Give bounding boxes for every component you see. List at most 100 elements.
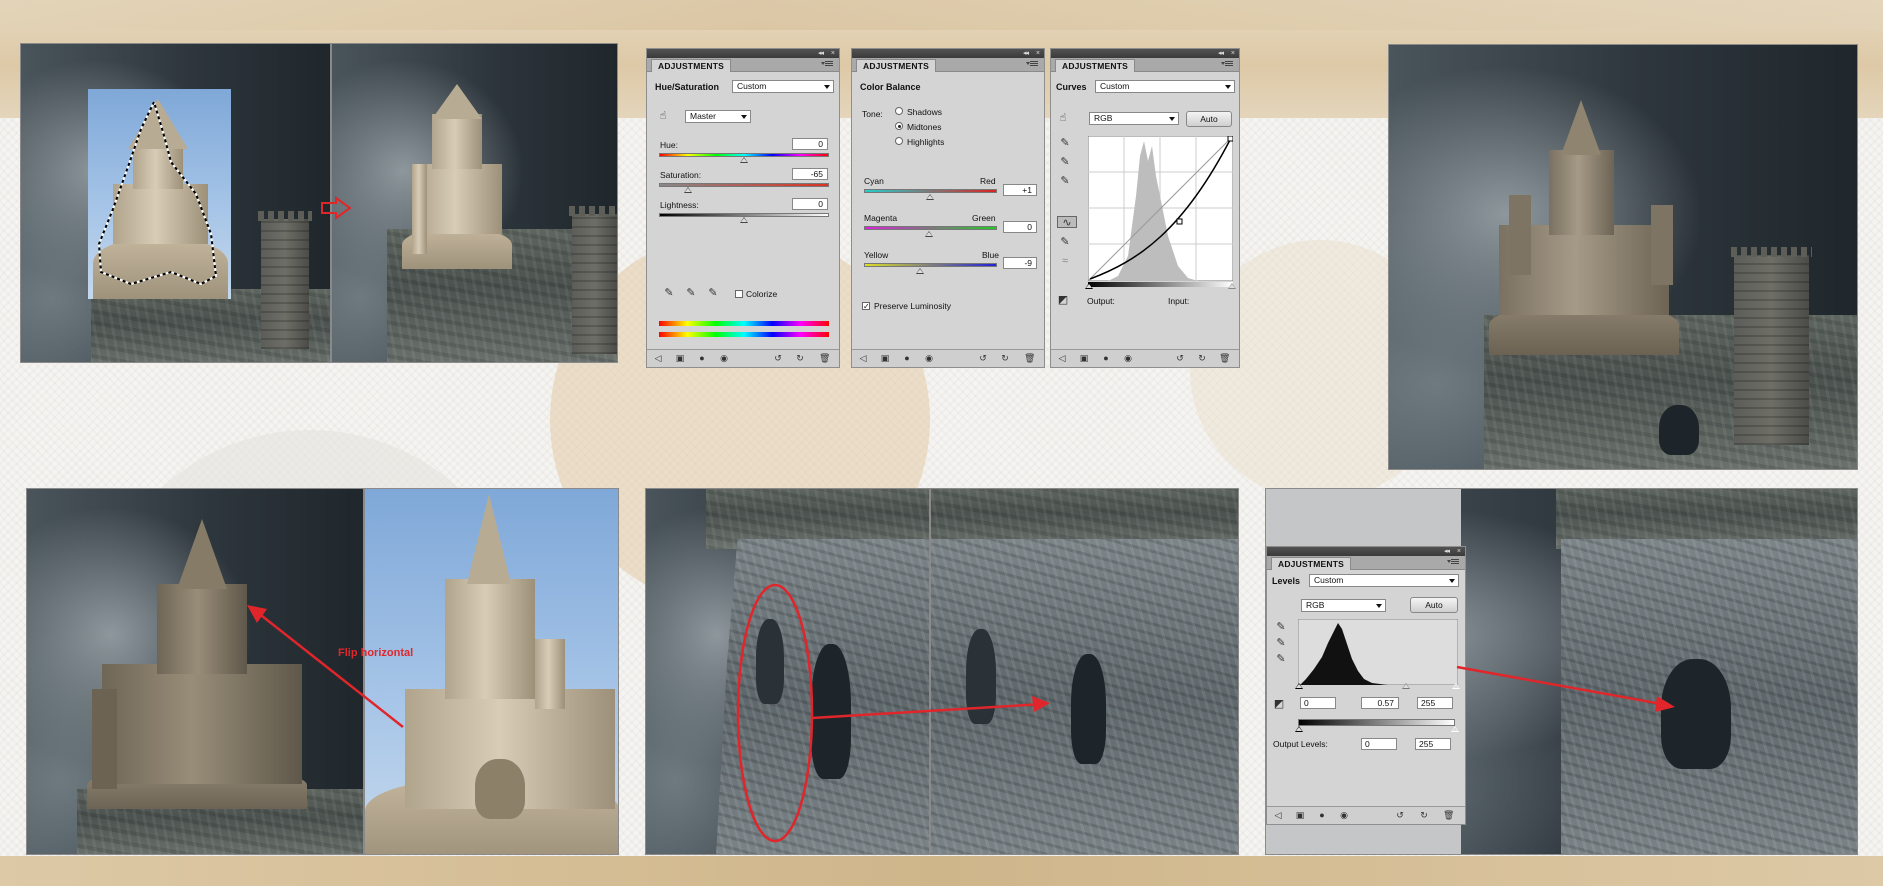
eyedropper-icon[interactable]: ✎ — [663, 287, 675, 299]
curves-black-point-thumb[interactable] — [1085, 283, 1093, 289]
colorize-checkbox[interactable] — [735, 290, 743, 298]
tone-radio-highlights[interactable] — [895, 137, 903, 145]
cyan-red-slider-thumb[interactable] — [926, 194, 934, 200]
eyedropper-gray-icon[interactable]: ✎ — [1275, 637, 1287, 649]
eyedropper-gray-icon[interactable]: ✎ — [1059, 156, 1071, 168]
reset-icon[interactable]: ↻ — [1197, 354, 1207, 363]
eyedropper-minus-icon[interactable]: ✎ — [707, 287, 719, 299]
smooth-tool-icon[interactable]: ≈ — [1059, 255, 1071, 267]
pencil-tool-icon[interactable]: ✎ — [1059, 236, 1071, 248]
levels-output-white-field[interactable]: 255 — [1415, 738, 1451, 750]
tab-adjustments[interactable]: ADJUSTMENTS — [1271, 557, 1351, 570]
eyedropper-plus-icon[interactable]: ✎ — [685, 287, 697, 299]
levels-black-output-thumb[interactable] — [1295, 726, 1303, 732]
previous-state-icon[interactable]: ↺ — [1395, 811, 1405, 820]
levels-input-gamma-field[interactable]: 0.57 — [1361, 697, 1399, 709]
visibility-eye-icon[interactable]: ◉ — [1339, 811, 1349, 820]
levels-black-input-thumb[interactable] — [1295, 683, 1303, 689]
castle-spire — [177, 519, 227, 589]
curve-point-tool-icon[interactable]: ∿ — [1057, 216, 1077, 229]
channel-dropdown[interactable]: Master — [685, 110, 751, 123]
expand-view-icon[interactable]: ▣ — [675, 354, 685, 363]
tone-radio-midtones[interactable] — [895, 122, 903, 130]
reset-icon[interactable]: ↻ — [795, 354, 805, 363]
reset-icon[interactable]: ↻ — [1000, 354, 1010, 363]
levels-output-black-field[interactable]: 0 — [1361, 738, 1397, 750]
channel-value: RGB — [1094, 113, 1113, 123]
auto-button[interactable]: Auto — [1410, 597, 1458, 613]
panel-menu-icon[interactable] — [1221, 60, 1235, 69]
yellow-blue-slider-thumb[interactable] — [916, 268, 924, 274]
clipping-icon[interactable]: ◩ — [1057, 294, 1069, 306]
clip-layer-icon[interactable]: ● — [1317, 811, 1327, 820]
panel-menu-icon[interactable] — [821, 60, 835, 69]
eyedropper-white-icon[interactable]: ✎ — [1275, 653, 1287, 665]
channel-dropdown[interactable]: RGB — [1089, 112, 1179, 125]
previous-state-icon[interactable]: ↺ — [773, 354, 783, 363]
hue-field[interactable]: 0 — [792, 138, 828, 150]
expand-view-icon[interactable]: ▣ — [880, 354, 890, 363]
expand-view-icon[interactable]: ▣ — [1079, 354, 1089, 363]
panel-titlebar[interactable]: ◂◂ × — [647, 49, 839, 58]
trash-icon[interactable]: 🗑 — [1024, 354, 1035, 363]
visibility-eye-icon[interactable]: ◉ — [924, 354, 934, 363]
panel-titlebar[interactable]: ◂◂ × — [852, 49, 1044, 58]
visibility-eye-icon[interactable]: ◉ — [719, 354, 729, 363]
back-arrow-icon[interactable]: ◁ — [1273, 811, 1283, 820]
lightness-field[interactable]: 0 — [792, 198, 828, 210]
magenta-green-field[interactable]: 0 — [1003, 221, 1037, 233]
curves-graph[interactable] — [1088, 136, 1233, 281]
tab-adjustments[interactable]: ADJUSTMENTS — [1055, 59, 1135, 72]
cyan-red-field[interactable]: +1 — [1003, 184, 1037, 196]
eyedropper-white-icon[interactable]: ✎ — [1059, 175, 1071, 187]
eyedropper-black-icon[interactable]: ✎ — [1275, 621, 1287, 633]
trash-icon[interactable]: 🗑 — [819, 354, 830, 363]
back-arrow-icon[interactable]: ◁ — [653, 354, 663, 363]
clip-layer-icon[interactable]: ● — [697, 354, 707, 363]
preserve-luminosity-checkbox[interactable]: ✓ — [862, 302, 870, 311]
levels-input-white-field[interactable]: 255 — [1417, 697, 1453, 709]
trash-icon[interactable]: 🗑 — [1443, 811, 1454, 820]
hue-slider-thumb[interactable] — [740, 157, 748, 163]
saturation-slider-thumb[interactable] — [684, 187, 692, 193]
panel-titlebar[interactable]: ◂◂ × — [1267, 547, 1465, 556]
tone-radio-shadows[interactable] — [895, 107, 903, 115]
yellow-blue-slider[interactable] — [864, 263, 997, 267]
levels-white-output-thumb[interactable] — [1451, 726, 1459, 732]
hand-adjust-icon[interactable]: ☝ — [1057, 112, 1069, 124]
magenta-label: Magenta — [864, 213, 898, 223]
saturation-field[interactable]: -65 — [792, 168, 828, 180]
preset-dropdown[interactable]: Custom — [732, 80, 834, 93]
tab-adjustments[interactable]: ADJUSTMENTS — [856, 59, 936, 72]
clip-layer-icon[interactable]: ● — [1101, 354, 1111, 363]
lightness-slider-thumb[interactable] — [740, 217, 748, 223]
clip-layer-icon[interactable]: ● — [902, 354, 912, 363]
clipping-icon[interactable]: ◩ — [1273, 698, 1285, 710]
cyan-red-slider[interactable] — [864, 189, 997, 193]
curves-white-point-thumb[interactable] — [1228, 283, 1236, 289]
panel-titlebar[interactable]: ◂◂ × — [1051, 49, 1239, 58]
preset-dropdown[interactable]: Custom — [1095, 80, 1235, 93]
magenta-green-slider[interactable] — [864, 226, 997, 230]
trash-icon[interactable]: 🗑 — [1219, 354, 1230, 363]
panel-menu-icon[interactable] — [1026, 60, 1040, 69]
tab-adjustments[interactable]: ADJUSTMENTS — [651, 59, 731, 72]
eyedropper-black-icon[interactable]: ✎ — [1059, 137, 1071, 149]
visibility-eye-icon[interactable]: ◉ — [1123, 354, 1133, 363]
back-arrow-icon[interactable]: ◁ — [1057, 354, 1067, 363]
previous-state-icon[interactable]: ↺ — [1175, 354, 1185, 363]
yellow-blue-field[interactable]: -9 — [1003, 257, 1037, 269]
reset-icon[interactable]: ↻ — [1419, 811, 1429, 820]
back-arrow-icon[interactable]: ◁ — [858, 354, 868, 363]
hand-adjust-icon[interactable]: ☝ — [657, 110, 669, 122]
previous-state-icon[interactable]: ↺ — [978, 354, 988, 363]
channel-dropdown[interactable]: RGB — [1301, 599, 1386, 612]
expand-view-icon[interactable]: ▣ — [1295, 811, 1305, 820]
magenta-green-slider-thumb[interactable] — [925, 231, 933, 237]
preset-dropdown[interactable]: Custom — [1309, 574, 1459, 587]
levels-histogram[interactable] — [1298, 619, 1458, 685]
levels-gamma-thumb[interactable] — [1402, 683, 1410, 689]
panel-menu-icon[interactable] — [1447, 558, 1461, 567]
auto-button[interactable]: Auto — [1186, 111, 1232, 127]
levels-input-black-field[interactable]: 0 — [1300, 697, 1336, 709]
